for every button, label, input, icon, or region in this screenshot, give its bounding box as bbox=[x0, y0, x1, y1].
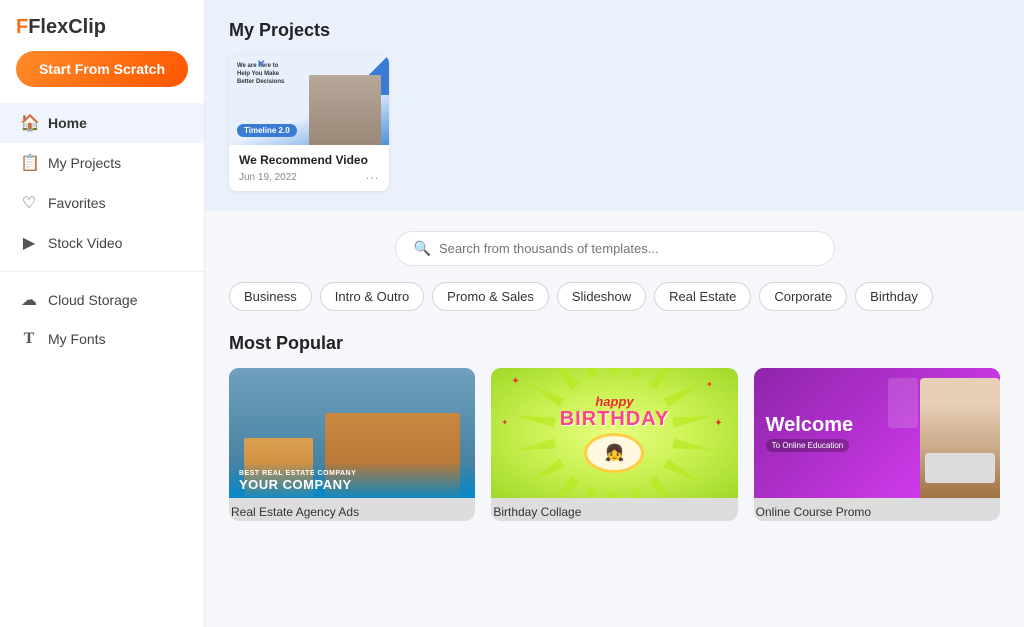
sparkle-icon-4: ✦ bbox=[501, 418, 508, 427]
template-card-online-course[interactable]: Welcome To Online Education Online Cours… bbox=[754, 368, 1000, 521]
birthday-text-center: happy BIRTHDAY 👧 bbox=[560, 394, 670, 473]
sidebar-fonts-label: My Fonts bbox=[48, 331, 106, 347]
timeline-badge: Timeline 2.0 bbox=[237, 124, 297, 137]
cloud-icon: ☁ bbox=[20, 290, 38, 310]
main-content: My Projects We are here toHelp You MakeB… bbox=[205, 0, 1024, 627]
sidebar-item-cloud-storage[interactable]: ☁ Cloud Storage bbox=[0, 280, 204, 320]
project-info: We Recommend Video Jun 19, 2022 ··· bbox=[229, 145, 389, 191]
bday-happy-text: happy bbox=[560, 394, 670, 409]
project-thumbnail: We are here toHelp You MakeBetter Decisi… bbox=[229, 55, 389, 145]
fonts-icon: T bbox=[20, 330, 38, 348]
re-company-label: BEST REAL ESTATE COMPANY bbox=[239, 470, 465, 477]
template-label-birthday: Birthday Collage bbox=[491, 498, 737, 521]
template-thumb-birthday: ✦ ✦ ✦ ✦ happy BIRTHDAY 👧 bbox=[491, 368, 737, 498]
template-label-online-course: Online Course Promo bbox=[754, 498, 1000, 521]
sidebar-home-label: Home bbox=[48, 115, 87, 131]
close-icon: ✕ bbox=[257, 59, 265, 70]
sidebar-stock-label: Stock Video bbox=[48, 235, 122, 251]
template-card-real-estate[interactable]: BEST REAL ESTATE COMPANY YOUR COMPANY Re… bbox=[229, 368, 475, 521]
my-projects-section: My Projects We are here toHelp You MakeB… bbox=[205, 0, 1024, 211]
sidebar-item-my-fonts[interactable]: T My Fonts bbox=[0, 320, 204, 358]
project-date: Jun 19, 2022 bbox=[239, 172, 297, 183]
project-card[interactable]: We are here toHelp You MakeBetter Decisi… bbox=[229, 55, 389, 191]
sidebar: FFlexClip Start From Scratch 🏠 Home 📋 My… bbox=[0, 0, 205, 627]
sidebar-item-stock-video[interactable]: ▶ Stock Video bbox=[0, 223, 204, 263]
logo-text: FlexClip bbox=[28, 16, 106, 38]
search-bar: 🔍 bbox=[395, 231, 835, 266]
sidebar-divider bbox=[0, 271, 204, 272]
course-welcome-text: Welcome bbox=[766, 414, 853, 436]
stock-video-icon: ▶ bbox=[20, 233, 38, 253]
template-cards-row: BEST REAL ESTATE COMPANY YOUR COMPANY Re… bbox=[229, 368, 1000, 521]
bday-birthday-text: BIRTHDAY bbox=[560, 409, 670, 429]
sidebar-favorites-label: Favorites bbox=[48, 195, 106, 211]
sidebar-item-my-projects[interactable]: 📋 My Projects bbox=[0, 143, 204, 183]
sidebar-nav: 🏠 Home 📋 My Projects ♡ Favorites ▶ Stock… bbox=[0, 103, 204, 263]
template-thumb-real-estate: BEST REAL ESTATE COMPANY YOUR COMPANY bbox=[229, 368, 475, 498]
project-date-row: Jun 19, 2022 ··· bbox=[239, 169, 379, 185]
sidebar-cloud-label: Cloud Storage bbox=[48, 292, 138, 308]
home-icon: 🏠 bbox=[20, 113, 38, 133]
category-pill-promo-sales[interactable]: Promo & Sales bbox=[432, 282, 549, 311]
course-sub-text: To Online Education bbox=[766, 439, 850, 452]
sparkle-icon-3: ✦ bbox=[714, 418, 722, 429]
most-popular-title: Most Popular bbox=[229, 333, 1000, 354]
sidebar-nav-2: ☁ Cloud Storage T My Fonts bbox=[0, 280, 204, 358]
re-overlay: BEST REAL ESTATE COMPANY YOUR COMPANY bbox=[229, 462, 475, 498]
projects-row: We are here toHelp You MakeBetter Decisi… bbox=[229, 55, 1000, 191]
category-pill-corporate[interactable]: Corporate bbox=[759, 282, 847, 311]
girl-emoji: 👧 bbox=[605, 443, 625, 463]
course-overlay: Welcome To Online Education bbox=[754, 368, 1000, 498]
category-pill-real-estate[interactable]: Real Estate bbox=[654, 282, 751, 311]
thumb-building bbox=[309, 75, 381, 145]
sparkle-icon: ✦ bbox=[511, 376, 519, 387]
project-menu-button[interactable]: ··· bbox=[365, 169, 379, 185]
bday-oval-decoration: 👧 bbox=[584, 433, 644, 473]
category-pill-intro-outro[interactable]: Intro & Outro bbox=[320, 282, 424, 311]
sidebar-item-home[interactable]: 🏠 Home bbox=[0, 103, 204, 143]
category-pill-birthday[interactable]: Birthday bbox=[855, 282, 933, 311]
category-pills: Business Intro & Outro Promo & Sales Sli… bbox=[229, 282, 1000, 313]
app-logo: FFlexClip bbox=[0, 0, 204, 51]
template-label-real-estate: Real Estate Agency Ads bbox=[229, 498, 475, 521]
re-company-name: YOUR COMPANY bbox=[239, 477, 465, 492]
favorites-icon: ♡ bbox=[20, 193, 38, 213]
template-card-birthday[interactable]: ✦ ✦ ✦ ✦ happy BIRTHDAY 👧 Birthday Collag… bbox=[491, 368, 737, 521]
search-icon: 🔍 bbox=[414, 240, 431, 257]
sidebar-item-favorites[interactable]: ♡ Favorites bbox=[0, 183, 204, 223]
search-bar-row: 🔍 bbox=[229, 231, 1000, 266]
sidebar-projects-label: My Projects bbox=[48, 155, 121, 171]
sparkle-icon-2: ✦ bbox=[706, 380, 713, 389]
search-input[interactable] bbox=[439, 241, 816, 256]
template-thumb-course: Welcome To Online Education bbox=[754, 368, 1000, 498]
projects-icon: 📋 bbox=[20, 153, 38, 173]
project-name: We Recommend Video bbox=[239, 153, 379, 167]
my-projects-title: My Projects bbox=[229, 20, 1000, 41]
category-pill-slideshow[interactable]: Slideshow bbox=[557, 282, 646, 311]
category-pill-business[interactable]: Business bbox=[229, 282, 312, 311]
templates-section: 🔍 Business Intro & Outro Promo & Sales S… bbox=[205, 211, 1024, 627]
start-from-scratch-button[interactable]: Start From Scratch bbox=[16, 51, 188, 87]
